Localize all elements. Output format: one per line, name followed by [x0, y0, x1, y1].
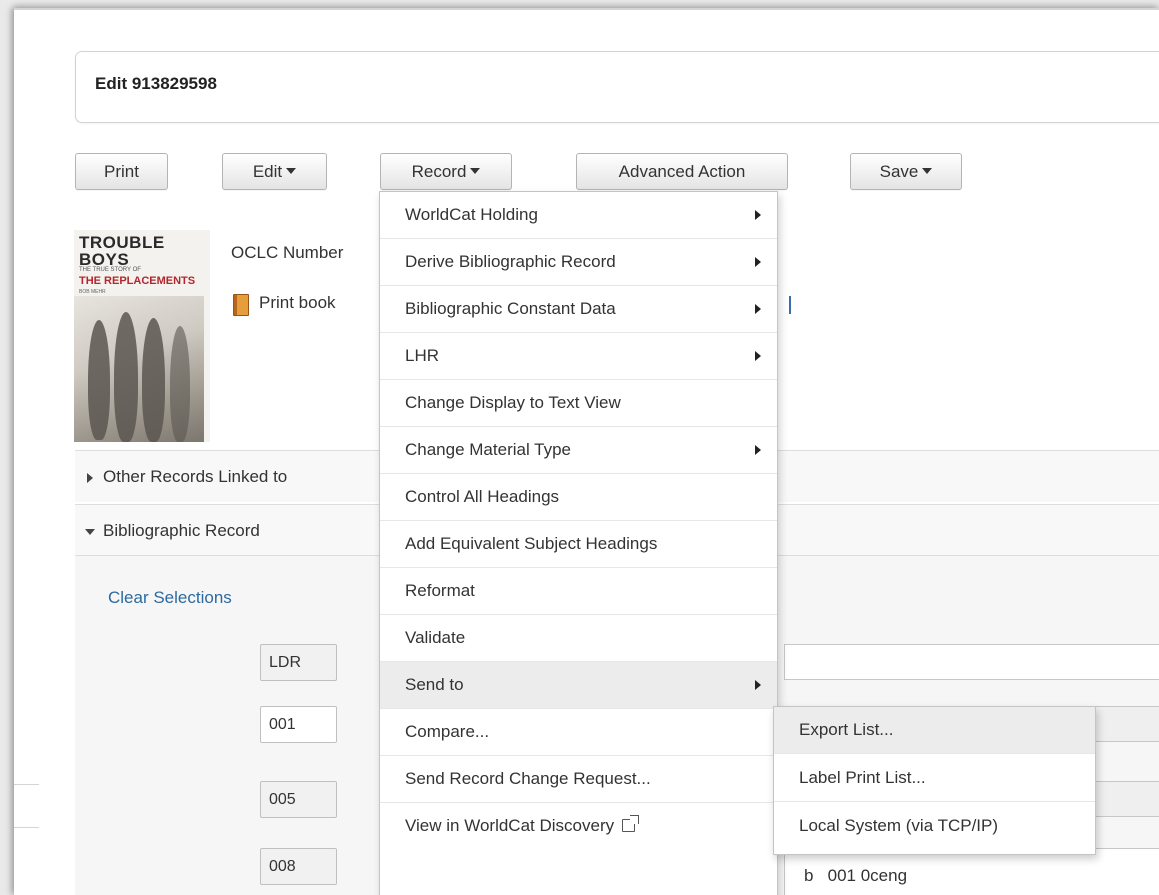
chevron-right-icon	[755, 445, 761, 455]
field-008-text: b 001 0ceng	[804, 866, 908, 885]
caret-down-icon	[286, 168, 297, 174]
field-ldr-value[interactable]	[784, 644, 1159, 680]
menu-item-bibliographic-constant-data[interactable]: Bibliographic Constant Data	[380, 286, 777, 333]
print-button-label: Print	[104, 162, 139, 181]
chevron-right-icon	[755, 210, 761, 220]
menu-item-change-display-to-text-view[interactable]: Change Display to Text View	[380, 380, 777, 427]
edit-menu-button[interactable]: Edit	[222, 153, 327, 190]
bibliographic-record-label: Bibliographic Record	[103, 521, 260, 540]
menu-item-lhr[interactable]: LHR	[380, 333, 777, 380]
tag-ldr[interactable]: LDR	[260, 644, 337, 681]
link-fragment	[789, 296, 791, 314]
oclc-number-label: OCLC Number	[231, 243, 344, 262]
cover-title: TROUBLE BOYS	[79, 233, 165, 269]
tag-005[interactable]: 005	[260, 781, 337, 818]
cover-subtitle: THE TRUE STORY OF	[79, 267, 141, 273]
menu-item-derive-bibliographic-record[interactable]: Derive Bibliographic Record	[380, 239, 777, 286]
advanced-action-button[interactable]: Advanced Action	[576, 153, 788, 190]
menu-item-validate[interactable]: Validate	[380, 615, 777, 662]
caret-down-icon	[470, 168, 481, 174]
advanced-button-label: Advanced Action	[618, 162, 746, 181]
other-records-label: Other Records Linked to	[103, 467, 288, 486]
page-title: Edit 913829598	[95, 74, 217, 93]
menu-item-send-to[interactable]: Send to	[380, 662, 777, 709]
menu-item-send-record-change-request[interactable]: Send Record Change Request...	[380, 756, 777, 803]
chevron-right-icon	[755, 304, 761, 314]
menu-item-reformat[interactable]: Reformat	[380, 568, 777, 615]
triangle-down-icon	[85, 529, 95, 535]
app-frame: Edit 913829598 Print Edit Record Advance…	[14, 8, 1159, 895]
divider	[14, 827, 39, 828]
cover-author: BOB MEHR	[79, 289, 106, 295]
chevron-right-icon	[755, 351, 761, 361]
menu-item-change-material-type[interactable]: Change Material Type	[380, 427, 777, 474]
menu-item-compare[interactable]: Compare...	[380, 709, 777, 756]
send-to-submenu: Export List... Label Print List... Local…	[773, 706, 1096, 855]
top-strip	[14, 10, 1159, 40]
tag-008[interactable]: 008	[260, 848, 337, 885]
book-icon	[233, 294, 249, 316]
chevron-right-icon	[755, 680, 761, 690]
external-link-icon	[622, 815, 640, 832]
menu-item-control-all-headings[interactable]: Control All Headings	[380, 474, 777, 521]
tag-001[interactable]: 001	[260, 706, 337, 743]
edit-header-panel	[75, 51, 1159, 123]
menu-item-add-equivalent-subject-headings[interactable]: Add Equivalent Subject Headings	[380, 521, 777, 568]
menu-item-view-in-worldcat-discovery[interactable]: View in WorldCat Discovery	[380, 803, 777, 850]
submenu-item-export-list[interactable]: Export List...	[774, 707, 1095, 754]
edit-button-label: Edit	[252, 162, 283, 181]
submenu-item-local-system[interactable]: Local System (via TCP/IP)	[774, 803, 1095, 850]
save-button-label: Save	[879, 162, 919, 181]
print-button[interactable]: Print	[75, 153, 168, 190]
caret-down-icon	[922, 168, 933, 174]
chevron-right-icon	[755, 257, 761, 267]
divider	[14, 784, 39, 785]
book-cover-image: TROUBLE BOYS THE TRUE STORY OF THE REPLAC…	[74, 230, 210, 442]
cover-photo	[74, 296, 204, 442]
record-dropdown-menu: WorldCat Holding Derive Bibliographic Re…	[379, 191, 778, 895]
cover-band-name: THE REPLACEMENTS	[79, 275, 196, 287]
save-menu-button[interactable]: Save	[850, 153, 962, 190]
record-button-label: Record	[411, 162, 467, 181]
triangle-right-icon	[87, 473, 93, 483]
submenu-item-label-print-list[interactable]: Label Print List...	[774, 755, 1095, 802]
record-menu-button[interactable]: Record	[380, 153, 512, 190]
clear-selections-link[interactable]: Clear Selections	[108, 588, 232, 608]
material-type-label: Print book	[259, 293, 336, 312]
menu-item-worldcat-holding[interactable]: WorldCat Holding	[380, 192, 777, 239]
